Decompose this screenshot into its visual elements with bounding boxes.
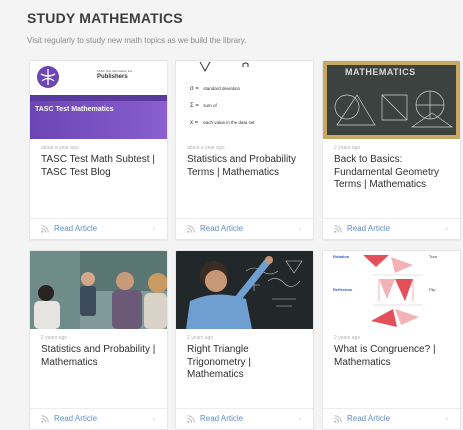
term-symbol: Σ = [190, 103, 199, 109]
read-article-label: Read Article [200, 224, 244, 233]
chevron-right-icon[interactable]: › [152, 224, 155, 233]
card-title[interactable]: Right Triangle Trigonometry | Mathematic… [187, 344, 305, 382]
card-title[interactable]: Back to Basics: Fundamental Geometry Ter… [334, 154, 452, 192]
publisher-caption: TASC Test Information For [97, 69, 133, 73]
section-subtitle: Visit regularly to study new math topics… [27, 36, 247, 45]
card-title[interactable]: Statistics and Probability | Mathematics [41, 344, 159, 369]
banner-title: TASC Test Mathematics [35, 106, 114, 113]
divider [323, 408, 460, 409]
geometry-chalkboard-thumbnail[interactable]: MATHEMATICS [323, 61, 460, 139]
rss-icon [41, 224, 49, 233]
read-article-label: Read Article [200, 414, 244, 423]
classroom-photo-thumbnail[interactable] [30, 251, 167, 329]
article-card[interactable]: 2 years ago Statistics and Probability |… [29, 250, 168, 430]
divider [176, 218, 313, 219]
trigonometry-photo-thumbnail[interactable] [176, 251, 313, 329]
term-text: each value in the data set [203, 120, 255, 125]
classroom-photo [30, 251, 167, 329]
term-row: Σ = sum of [190, 103, 217, 109]
rss-icon [334, 414, 342, 423]
read-article-label: Read Article [54, 414, 98, 423]
article-card[interactable]: TASC Test Information For Publishers HOM… [29, 60, 168, 240]
rss-icon [334, 224, 342, 233]
chevron-right-icon[interactable]: › [298, 224, 301, 233]
congruence-diagram-thumbnail[interactable]: Rotation Turn Reflection Flip [323, 251, 460, 329]
v-symbol-icon [199, 61, 211, 73]
rotation-label: Rotation [333, 254, 350, 259]
card-date: 2 years ago [334, 335, 361, 341]
read-article-label: Read Article [54, 224, 98, 233]
card-title[interactable]: Statistics and Probability Terms | Mathe… [187, 154, 305, 179]
card-date: 2 years ago [187, 335, 214, 341]
rss-icon [187, 414, 195, 423]
flip-label: Flip [429, 287, 436, 292]
read-article-link[interactable]: Read Article [334, 414, 390, 423]
card-date: about a year ago [187, 145, 225, 151]
n-symbol-icon [242, 62, 249, 67]
divider [176, 408, 313, 409]
term-text: standard deviation [203, 86, 241, 91]
chevron-right-icon[interactable]: › [152, 414, 155, 423]
divider [30, 408, 167, 409]
article-card[interactable]: σ = standard deviation Σ = sum of x = ea… [175, 60, 314, 240]
term-row: x = each value in the data set [190, 120, 255, 126]
turn-label: Turn [429, 254, 438, 259]
statistics-terms-thumbnail[interactable]: σ = standard deviation Σ = sum of x = ea… [176, 61, 313, 139]
read-article-link[interactable]: Read Article [334, 224, 390, 233]
chevron-right-icon[interactable]: › [298, 414, 301, 423]
read-article-label: Read Article [347, 414, 391, 423]
rss-icon [187, 224, 195, 233]
publisher-heading: Publishers [97, 74, 128, 80]
rss-icon [41, 414, 49, 423]
read-article-link[interactable]: Read Article [187, 414, 243, 423]
reflection-label: Reflection [333, 287, 353, 292]
card-title[interactable]: TASC Test Math Subtest | TASC Test Blog [41, 154, 159, 179]
tasc-blog-thumbnail[interactable]: TASC Test Information For Publishers HOM… [30, 61, 167, 139]
article-card[interactable]: Rotation Turn Reflection Flip 2 years ag… [322, 250, 461, 430]
term-row: σ = standard deviation [190, 86, 240, 92]
read-article-label: Read Article [347, 224, 391, 233]
chalkboard-student-photo [176, 251, 313, 329]
tasc-logo-icon [37, 66, 59, 88]
read-article-link[interactable]: Read Article [187, 224, 243, 233]
term-symbol: x = [190, 120, 199, 126]
article-card[interactable]: MATHEMATICS 2 years ago Back to Basics: … [322, 60, 461, 240]
read-article-link[interactable]: Read Article [41, 414, 97, 423]
card-date: about a year ago [41, 145, 79, 151]
term-text: sum of [203, 103, 217, 108]
divider [323, 218, 460, 219]
card-title[interactable]: What is Congruence? | Mathematics [334, 344, 452, 369]
chevron-right-icon[interactable]: › [445, 224, 448, 233]
card-date: 2 years ago [334, 145, 361, 151]
term-symbol: σ = [190, 86, 199, 92]
divider [30, 218, 167, 219]
article-card[interactable]: 2 years ago Right Triangle Trigonometry … [175, 250, 314, 430]
section-title: STUDY MATHEMATICS [27, 10, 183, 26]
chalk-geometry-drawing [334, 90, 454, 128]
card-date: 2 years ago [41, 335, 68, 341]
chevron-right-icon[interactable]: › [445, 414, 448, 423]
read-article-link[interactable]: Read Article [41, 224, 97, 233]
